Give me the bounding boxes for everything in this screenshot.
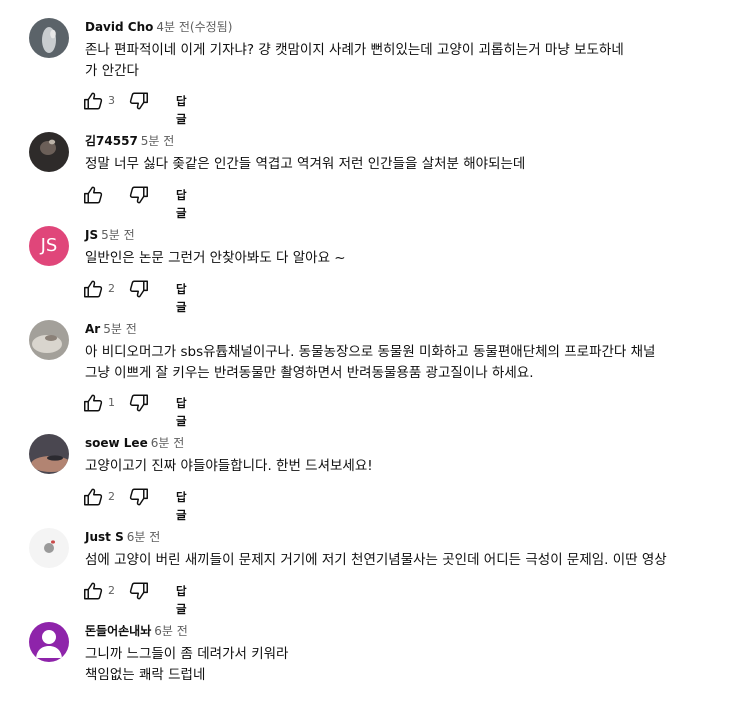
comment-author[interactable]: Ar	[85, 322, 100, 336]
comment-header: David Cho 4분 전(수정됨)	[85, 19, 232, 35]
dislike-icon[interactable]	[128, 392, 150, 414]
comment-text: 정말 너무 싫다 좆같은 인간들 역겹고 역겨워 저런 인간들을 살처분 해야되…	[85, 156, 526, 172]
comment-text: 아 비디오머그가 sbs유튭채널이구나. 동물농장으로 동물원 미화하고 동물편…	[85, 344, 656, 381]
comment-author[interactable]: Just S	[85, 530, 124, 544]
dislike-icon[interactable]	[128, 278, 150, 300]
comment-timestamp[interactable]: 6분 전	[127, 530, 161, 544]
avatar[interactable]: JS	[29, 226, 69, 266]
dislike-icon[interactable]	[128, 184, 150, 206]
avatar[interactable]	[29, 622, 69, 662]
comment-text: 존나 편파적이네 이게 기자냐? 걍 캣맘이지 사례가 뻔히있는데 고양이 괴롭…	[85, 42, 624, 79]
like-icon[interactable]	[82, 486, 104, 508]
avatar[interactable]	[29, 434, 69, 474]
like-icon[interactable]	[82, 184, 104, 206]
comment-text: 섬에 고양이 버린 새끼들이 문제지 거기에 저기 천연기념물사는 곳인데 어디…	[85, 552, 667, 568]
reply-button[interactable]: 답글	[176, 92, 187, 128]
comment-timestamp[interactable]: 4분 전(수정됨)	[156, 20, 232, 34]
avatar[interactable]	[29, 528, 69, 568]
dislike-icon[interactable]	[128, 90, 150, 112]
avatar[interactable]	[29, 320, 69, 360]
like-icon[interactable]	[82, 90, 104, 112]
like-count: 1	[108, 396, 115, 409]
comment-header: 김74557 5분 전	[85, 133, 174, 149]
avatar[interactable]	[29, 132, 69, 172]
comment-header: 돈들어손내놔 6분 전	[85, 623, 188, 639]
reply-button[interactable]: 답글	[176, 186, 187, 222]
avatar-initials: JS	[40, 235, 58, 256]
comment-header: JS 5분 전	[85, 227, 135, 243]
dislike-icon[interactable]	[128, 486, 150, 508]
dislike-icon[interactable]	[128, 580, 150, 602]
comment-author[interactable]: 돈들어손내놔	[85, 624, 151, 638]
comment-text: 그니까 느그들이 좀 데려가서 키워라 책임없는 쾌락 드럽네	[85, 646, 289, 683]
like-icon[interactable]	[82, 278, 104, 300]
comment-timestamp[interactable]: 5분 전	[103, 322, 137, 336]
reply-button[interactable]: 답글	[176, 394, 187, 430]
like-icon[interactable]	[82, 392, 104, 414]
comment-header: Ar 5분 전	[85, 321, 137, 337]
like-count: 3	[108, 94, 115, 107]
comment-author[interactable]: soew Lee	[85, 436, 148, 450]
comment-timestamp[interactable]: 5분 전	[141, 134, 175, 148]
reply-button[interactable]: 답글	[176, 582, 187, 618]
comment-timestamp[interactable]: 6분 전	[154, 624, 188, 638]
avatar[interactable]	[29, 18, 69, 58]
comment-author[interactable]: JS	[85, 228, 98, 242]
reply-button[interactable]: 답글	[176, 280, 187, 316]
reply-button[interactable]: 답글	[176, 488, 187, 524]
like-count: 2	[108, 584, 115, 597]
like-count: 2	[108, 282, 115, 295]
comment-header: Just S 6분 전	[85, 529, 160, 545]
comment-author[interactable]: 김74557	[85, 134, 138, 148]
comment-header: soew Lee 6분 전	[85, 435, 184, 451]
comment-author[interactable]: David Cho	[85, 20, 153, 34]
comment-text: 고양이고기 진짜 야들야들합니다. 한번 드셔보세요!	[85, 458, 373, 474]
like-icon[interactable]	[82, 580, 104, 602]
like-count: 2	[108, 490, 115, 503]
comment-timestamp[interactable]: 6분 전	[151, 436, 185, 450]
comment-timestamp[interactable]: 5분 전	[101, 228, 135, 242]
comment-text: 일반인은 논문 그런거 안찾아봐도 다 알아요 ~	[85, 250, 346, 266]
